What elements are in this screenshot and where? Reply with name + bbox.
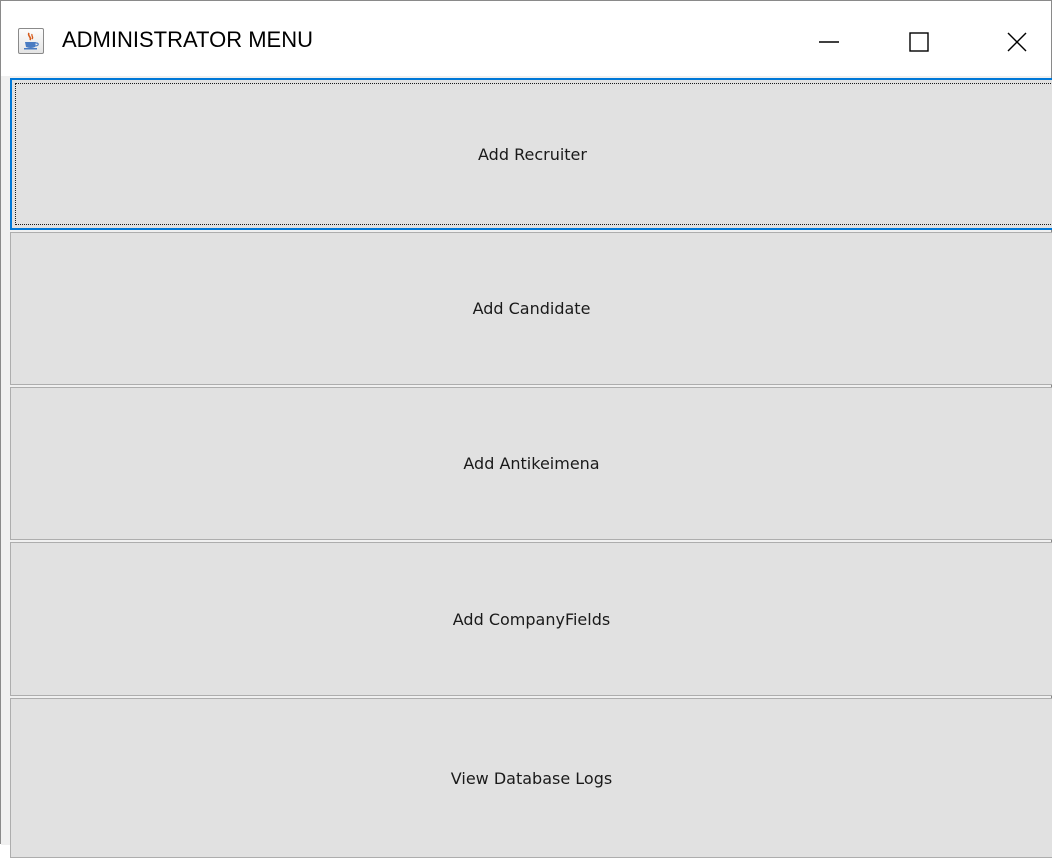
add-candidate-button[interactable]: Add Candidate	[10, 232, 1052, 385]
add-antikeimena-button[interactable]: Add Antikeimena	[10, 387, 1052, 540]
add-recruiter-button[interactable]: Add Recruiter	[10, 78, 1052, 230]
minimize-icon	[819, 41, 839, 43]
add-recruiter-label: Add Recruiter	[478, 144, 587, 164]
menu-panel: Add Recruiter Add Candidate Add Antikeim…	[1, 76, 1052, 858]
application-window: ADMINISTRATOR MENU Add Recruiter Add Can…	[0, 0, 1052, 858]
add-companyfields-label: Add CompanyFields	[452, 609, 611, 629]
window-title: ADMINISTRATOR MENU	[62, 27, 313, 52]
title-bar[interactable]: ADMINISTRATOR MENU	[1, 1, 1051, 76]
close-icon	[1007, 32, 1027, 52]
minimize-button[interactable]	[801, 15, 857, 69]
maximize-icon	[909, 32, 929, 52]
add-antikeimena-label: Add Antikeimena	[463, 454, 600, 473]
maximize-button[interactable]	[891, 15, 947, 69]
java-icon[interactable]	[18, 28, 44, 54]
view-database-logs-button[interactable]: View Database Logs	[10, 698, 1052, 858]
close-button[interactable]	[989, 15, 1045, 69]
add-companyfields-button[interactable]: Add CompanyFields	[10, 542, 1052, 696]
view-database-logs-label: View Database Logs	[450, 768, 613, 788]
add-candidate-label: Add Candidate	[472, 299, 591, 318]
